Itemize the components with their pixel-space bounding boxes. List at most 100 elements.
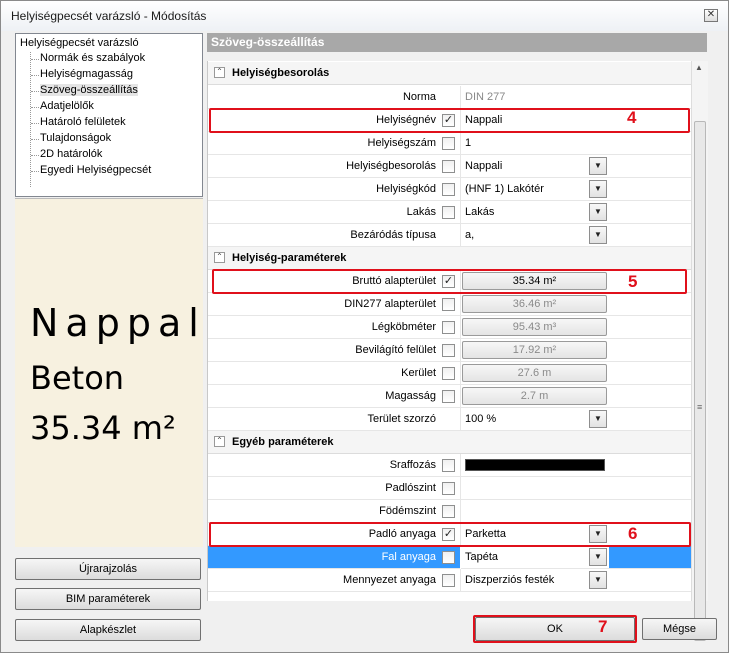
callout-number-7: 7 xyxy=(598,617,608,636)
row-din277-alapterulet: DIN277 alapterület 36.46 m² xyxy=(208,293,692,316)
dropdown-arrow-icon[interactable]: ▼ xyxy=(589,410,607,428)
value-button[interactable]: 17.92 m² xyxy=(462,341,607,359)
bim-parameters-button[interactable]: BIM paraméterek xyxy=(15,588,201,610)
tree-item-helyisegmagassag[interactable]: Helyiségmagasság xyxy=(40,68,133,80)
row-value[interactable]: 1 xyxy=(465,137,471,149)
row-helyisegszam: Helyiségszám 1 xyxy=(208,132,692,155)
cancel-button[interactable]: Mégse xyxy=(642,618,717,640)
dropdown-arrow-icon[interactable]: ▼ xyxy=(589,157,607,175)
row-value[interactable]: Tapéta xyxy=(461,546,609,568)
value-button[interactable]: 36.46 m² xyxy=(462,295,607,313)
tree-item-hatarolo-feluletek[interactable]: Határoló felületek xyxy=(40,116,126,128)
value-button[interactable]: 27.6 m xyxy=(462,364,607,382)
row-mennyezet-anyaga: Mennyezet anyaga Diszperziós festék ▼ xyxy=(208,569,692,592)
tree-connector xyxy=(30,52,31,187)
row-value[interactable]: Nappali xyxy=(465,160,502,172)
section-helyiseg-parameterek[interactable]: ⌃ Helyiség-paraméterek xyxy=(208,247,692,270)
collapse-icon[interactable]: ⌃ xyxy=(214,252,225,263)
redraw-button[interactable]: Újrarajzolás xyxy=(15,558,201,580)
tree-item-tulajdonsagok[interactable]: Tulajdonságok xyxy=(40,132,111,144)
show-checkbox[interactable] xyxy=(442,574,455,587)
show-checkbox[interactable] xyxy=(442,482,455,495)
show-checkbox[interactable] xyxy=(442,505,455,518)
show-checkbox[interactable] xyxy=(442,390,455,403)
tree-item-adatjelolok[interactable]: Adatjelölők xyxy=(40,100,94,112)
dropdown-arrow-icon[interactable]: ▼ xyxy=(589,571,607,589)
show-checkbox[interactable] xyxy=(442,321,455,334)
row-label: Légköbméter xyxy=(371,321,436,333)
title-bar[interactable]: Helyiségpecsét varázsló - Módosítás ✕ xyxy=(1,1,728,31)
preview-area: 35.34 m² xyxy=(30,409,176,447)
property-grid: ⌃ Helyiségbesorolás Norma DIN 277 Helyis… xyxy=(207,61,692,601)
close-button[interactable]: ✕ xyxy=(704,9,718,22)
highlight-box-4 xyxy=(209,108,690,133)
tree-item-2d-hatarolok[interactable]: 2D határolók xyxy=(40,148,102,160)
row-bevilagito-felulet: Bevilágító felület 17.92 m² xyxy=(208,339,692,362)
row-label: Magasság xyxy=(385,390,436,402)
defaults-button[interactable]: Alapkészlet xyxy=(15,619,201,641)
navigation-tree: Helyiségpecsét varázsló Normák és szabál… xyxy=(15,33,203,197)
show-checkbox[interactable] xyxy=(442,137,455,150)
row-label: Mennyezet anyaga xyxy=(343,574,436,586)
value-button[interactable]: 95.43 m³ xyxy=(462,318,607,336)
highlight-box-6 xyxy=(209,522,691,547)
row-terulet-szorzo: Terület szorzó 100 % ▼ xyxy=(208,408,692,431)
dropdown-arrow-icon[interactable]: ▼ xyxy=(589,548,607,566)
highlight-box-5 xyxy=(212,269,687,294)
row-label: Bezáródás típusa xyxy=(350,229,436,241)
show-checkbox[interactable] xyxy=(442,459,455,472)
dialog-window: Helyiségpecsét varázsló - Módosítás ✕ He… xyxy=(0,0,729,653)
collapse-icon[interactable]: ⌃ xyxy=(214,67,225,78)
row-value[interactable]: Lakás xyxy=(465,206,494,218)
tree-root[interactable]: Helyiségpecsét varázsló xyxy=(20,37,139,49)
value-button[interactable]: 2.7 m xyxy=(462,387,607,405)
row-value[interactable]: 100 % xyxy=(465,413,496,425)
scroll-up-icon[interactable]: ▲ xyxy=(695,63,703,72)
row-padloszint: Padlószint xyxy=(208,477,692,500)
section-label: Egyéb paraméterek xyxy=(232,436,334,448)
row-label: Lakás xyxy=(406,206,436,218)
row-fal-anyaga[interactable]: Fal anyaga Tapéta ▼ xyxy=(208,546,692,569)
callout-number-6: 6 xyxy=(628,524,638,543)
tree-item-egyedi-helyisegpecset[interactable]: Egyedi Helyiségpecsét xyxy=(40,164,151,176)
row-value[interactable]: Diszperziós festék xyxy=(465,574,554,586)
row-label: Helyiségszám xyxy=(367,137,436,149)
row-magassag: Magasság 2.7 m xyxy=(208,385,692,408)
row-fodemszint: Födémszint xyxy=(208,500,692,523)
row-sraffozas: Sraffozás xyxy=(208,454,692,477)
row-label: Fal anyaga xyxy=(381,551,436,563)
row-label: Padlószint xyxy=(385,482,436,494)
row-legkobmeter: Légköbméter 95.43 m³ xyxy=(208,316,692,339)
preview-room-name: Nappali xyxy=(30,301,224,345)
show-checkbox[interactable] xyxy=(442,160,455,173)
window-title: Helyiségpecsét varázsló - Módosítás xyxy=(11,9,207,23)
grip-icon: ≡ xyxy=(697,402,703,412)
show-checkbox[interactable] xyxy=(442,551,455,564)
section-helyisegbesorolas[interactable]: ⌃ Helyiségbesorolás xyxy=(208,62,692,85)
row-helyisegbesorolas: Helyiségbesorolás Nappali ▼ xyxy=(208,155,692,178)
dropdown-arrow-icon[interactable]: ▼ xyxy=(589,203,607,221)
show-checkbox[interactable] xyxy=(442,367,455,380)
collapse-icon[interactable]: ⌃ xyxy=(214,436,225,447)
scroll-thumb[interactable]: ≡ xyxy=(694,121,706,641)
stamp-preview: Nappali Beton 35.34 m² xyxy=(15,198,216,547)
section-egyeb-parameterek[interactable]: ⌃ Egyéb paraméterek xyxy=(208,431,692,454)
show-checkbox[interactable] xyxy=(442,183,455,196)
panel-title: Szöveg-összeállítás xyxy=(207,33,707,52)
dropdown-arrow-icon[interactable]: ▼ xyxy=(589,226,607,244)
show-checkbox[interactable] xyxy=(442,206,455,219)
row-value: DIN 277 xyxy=(465,91,506,103)
row-label: Helyiségkód xyxy=(376,183,436,195)
show-checkbox[interactable] xyxy=(442,298,455,311)
dropdown-arrow-icon[interactable]: ▼ xyxy=(589,180,607,198)
row-value[interactable]: a, xyxy=(465,229,474,241)
tree-item-normak[interactable]: Normák és szabályok xyxy=(40,52,145,64)
tree-item-szoveg-osszeallitas[interactable]: Szöveg-összeállítás xyxy=(40,84,138,96)
row-value[interactable]: (HNF 1) Lakótér xyxy=(465,183,544,195)
highlight-box-7 xyxy=(473,615,637,643)
row-helyisegkod: Helyiségkód (HNF 1) Lakótér ▼ xyxy=(208,178,692,201)
vertical-scrollbar[interactable]: ▲ ≡ xyxy=(691,61,708,641)
row-label: Norma xyxy=(402,91,436,103)
show-checkbox[interactable] xyxy=(442,344,455,357)
hatch-color-swatch[interactable] xyxy=(465,459,605,471)
